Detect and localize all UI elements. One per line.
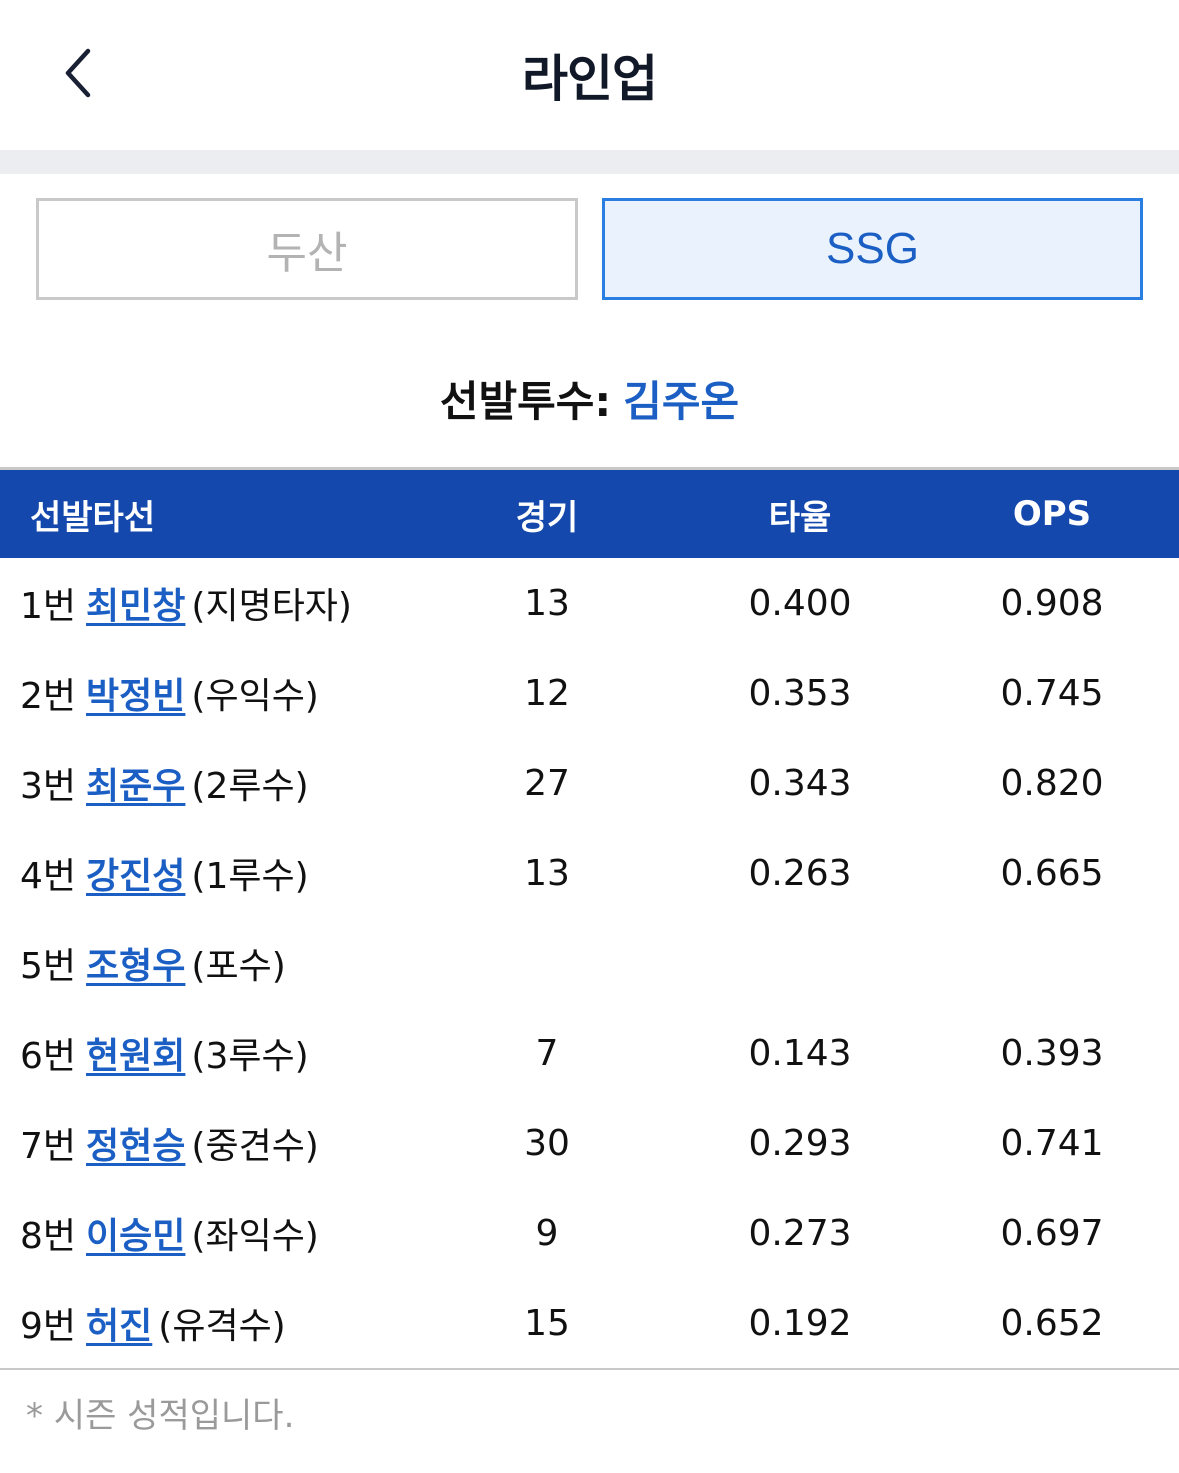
batter-cell: 6번 현원회 (3루수)	[20, 1008, 309, 1098]
column-header-games: 경기	[515, 497, 579, 538]
ops-cell: 0.393	[1000, 1032, 1104, 1074]
ops-cell: 0.741	[1000, 1122, 1104, 1164]
player-link[interactable]: 정현승	[86, 1117, 185, 1169]
batter-cell: 4번 강진성 (1루수)	[20, 828, 309, 918]
batting-order: 8번	[20, 1216, 77, 1257]
player-position: (좌익수)	[191, 1216, 319, 1257]
table-row: 4번 강진성 (1루수) 13 0.263 0.665	[0, 828, 1179, 918]
player-link[interactable]: 강진성	[86, 847, 185, 899]
avg-cell: 0.400	[748, 582, 852, 624]
app-header: 라인업	[0, 0, 1179, 150]
avg-cell: 0.273	[748, 1212, 852, 1254]
player-link[interactable]: 허진	[86, 1297, 152, 1349]
player-link[interactable]: 최준우	[86, 757, 185, 809]
table-row: 1번 최민창 (지명타자) 13 0.400 0.908	[0, 558, 1179, 648]
player-position: (2루수)	[191, 766, 309, 807]
games-cell: 30	[524, 1122, 570, 1164]
ops-cell: 0.652	[1000, 1302, 1104, 1344]
batter-cell: 7번 정현승 (중견수)	[20, 1098, 319, 1188]
batting-order: 2번	[20, 676, 77, 717]
table-row: 8번 이승민 (좌익수) 9 0.273 0.697	[0, 1188, 1179, 1278]
column-header-lineup: 선발타선	[30, 497, 156, 538]
starting-pitcher-name[interactable]: 김주온	[623, 368, 739, 429]
player-position: (우익수)	[191, 676, 319, 717]
batting-order: 5번	[20, 946, 77, 987]
player-position: (포수)	[191, 946, 286, 987]
lineup-table-body: 1번 최민창 (지명타자) 13 0.400 0.908 2번 박정빈 (우익수…	[0, 558, 1179, 1368]
player-position: (지명타자)	[191, 586, 352, 627]
batting-order: 1번	[20, 586, 77, 627]
batting-order: 3번	[20, 766, 77, 807]
batter-cell: 2번 박정빈 (우익수)	[20, 648, 319, 738]
player-link[interactable]: 조형우	[86, 937, 185, 989]
games-cell: 7	[535, 1032, 559, 1074]
tab-ssg[interactable]: SSG	[602, 198, 1143, 300]
avg-cell: 0.343	[748, 762, 852, 804]
player-link[interactable]: 최민창	[86, 577, 185, 629]
avg-cell	[700, 918, 900, 1008]
ops-cell: 0.697	[1000, 1212, 1104, 1254]
player-link[interactable]: 이승민	[86, 1207, 185, 1259]
batting-order: 9번	[20, 1306, 77, 1347]
table-row: 9번 허진 (유격수) 15 0.192 0.652	[0, 1278, 1179, 1368]
batter-cell: 1번 최민창 (지명타자)	[20, 558, 352, 648]
games-cell: 13	[524, 852, 570, 894]
section-divider	[0, 150, 1179, 174]
ops-cell: 0.665	[1000, 852, 1104, 894]
player-position: (유격수)	[158, 1306, 286, 1347]
games-cell: 12	[524, 672, 570, 714]
avg-cell: 0.353	[748, 672, 852, 714]
player-position: (1루수)	[191, 856, 309, 897]
batter-cell: 5번 조형우 (포수)	[20, 918, 286, 1008]
avg-cell: 0.192	[748, 1302, 852, 1344]
player-link[interactable]: 박정빈	[86, 667, 185, 719]
table-row: 5번 조형우 (포수)	[0, 918, 1179, 1008]
player-link[interactable]: 현원회	[86, 1027, 185, 1079]
table-row: 6번 현원회 (3루수) 7 0.143 0.393	[0, 1008, 1179, 1098]
games-cell: 15	[524, 1302, 570, 1344]
starting-pitcher-label: 선발투수:	[439, 376, 612, 426]
games-cell: 9	[535, 1212, 559, 1254]
batter-cell: 9번 허진 (유격수)	[20, 1278, 286, 1368]
column-header-avg: 타율	[768, 497, 832, 538]
player-position: (3루수)	[191, 1036, 309, 1077]
tab-doosan[interactable]: 두산	[36, 198, 578, 300]
team-tabs: 두산 SSG	[0, 198, 1179, 300]
games-cell: 27	[524, 762, 570, 804]
table-row: 3번 최준우 (2루수) 27 0.343 0.820	[0, 738, 1179, 828]
table-row: 7번 정현승 (중견수) 30 0.293 0.741	[0, 1098, 1179, 1188]
ops-cell: 0.820	[1000, 762, 1104, 804]
season-stats-footnote: * 시즌 성적입니다.	[26, 1395, 295, 1436]
ops-cell: 0.908	[1000, 582, 1104, 624]
ops-cell	[952, 918, 1152, 1008]
games-cell: 13	[524, 582, 570, 624]
batter-cell: 3번 최준우 (2루수)	[20, 738, 309, 828]
page-title: 라인업	[522, 50, 658, 108]
ops-cell: 0.745	[1000, 672, 1104, 714]
chevron-left-icon	[58, 45, 98, 105]
batting-order: 7번	[20, 1126, 77, 1167]
batting-order: 4번	[20, 856, 77, 897]
avg-cell: 0.293	[748, 1122, 852, 1164]
lineup-table-header: 선발타선 경기 타율 OPS	[0, 470, 1179, 558]
player-position: (중견수)	[191, 1126, 319, 1167]
table-bottom-divider	[0, 1368, 1179, 1370]
table-row: 2번 박정빈 (우익수) 12 0.353 0.745	[0, 648, 1179, 738]
back-button[interactable]	[48, 42, 108, 108]
batting-order: 6번	[20, 1036, 77, 1077]
starting-pitcher: 선발투수: 김주온	[0, 360, 1179, 436]
column-header-ops: OPS	[1012, 494, 1092, 534]
avg-cell: 0.263	[748, 852, 852, 894]
avg-cell: 0.143	[748, 1032, 852, 1074]
games-cell	[447, 918, 647, 1008]
batter-cell: 8번 이승민 (좌익수)	[20, 1188, 319, 1278]
